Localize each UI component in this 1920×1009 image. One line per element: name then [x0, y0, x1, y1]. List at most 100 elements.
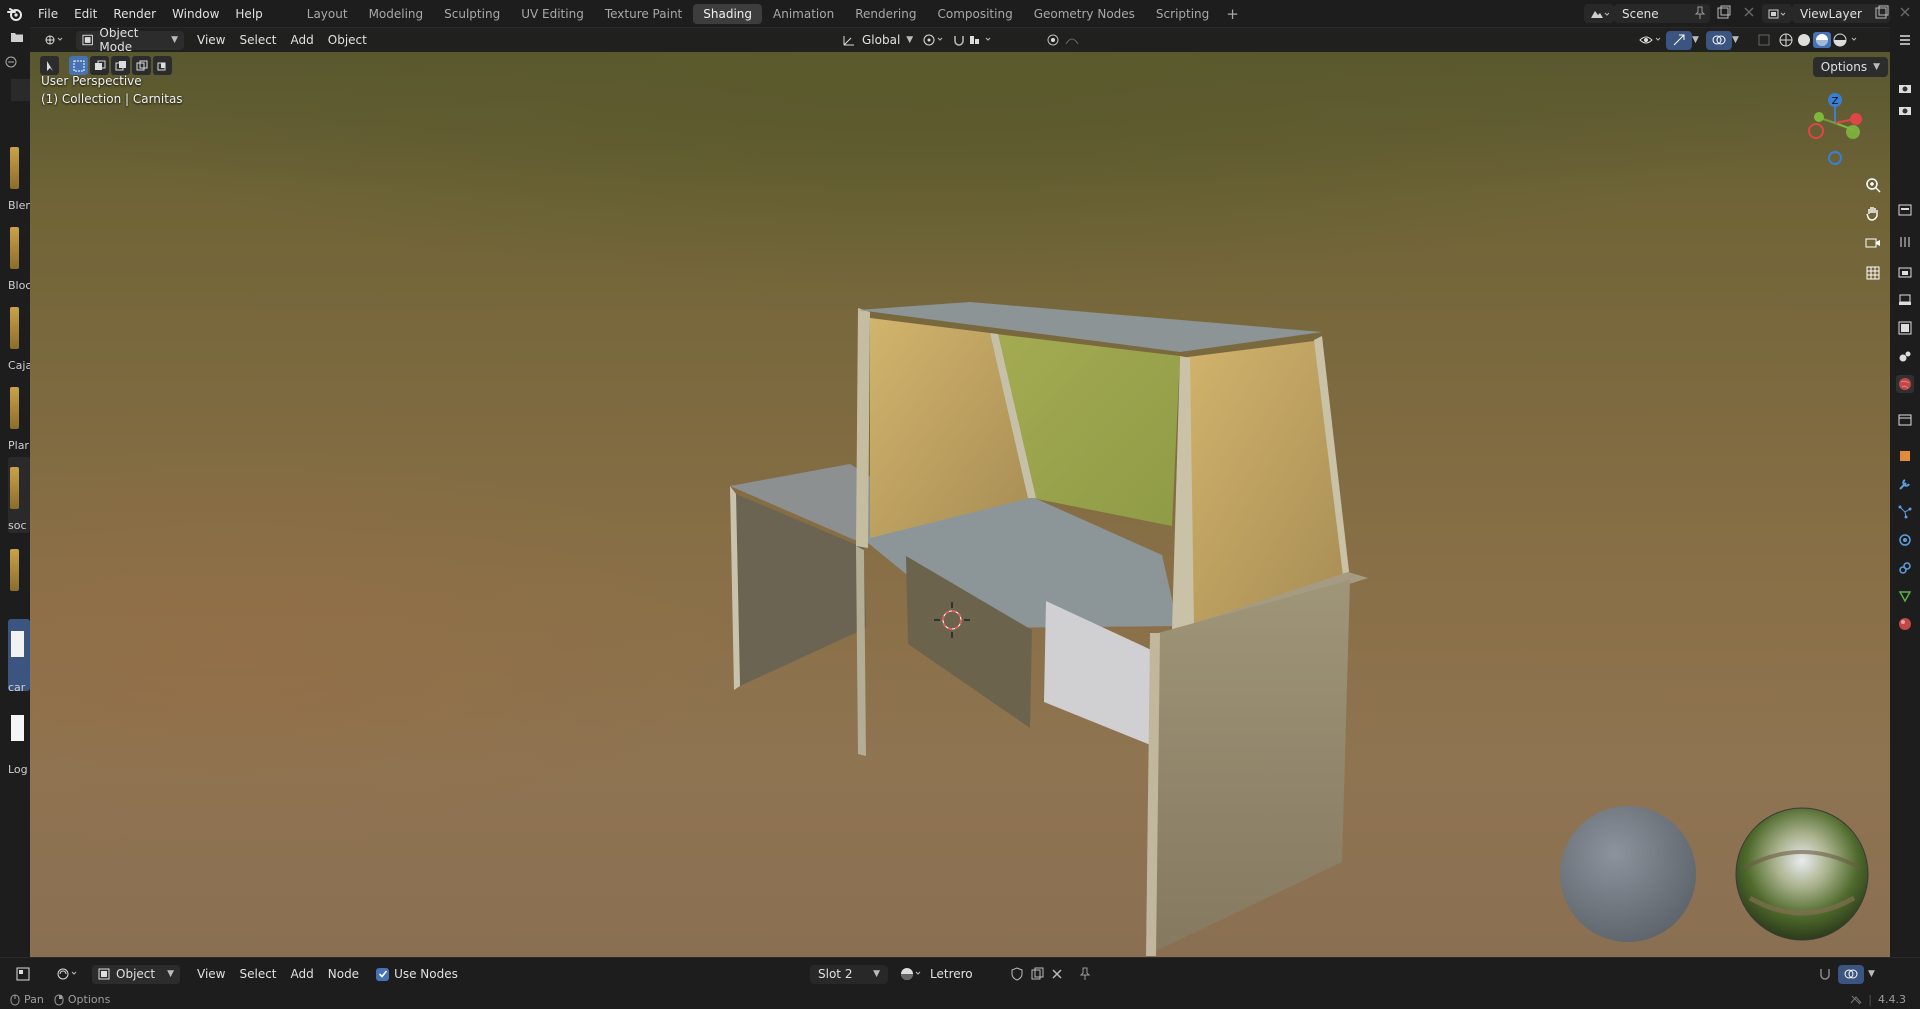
tab-geometry-nodes[interactable]: Geometry Nodes: [1024, 4, 1145, 24]
node-overlays-dropdown[interactable]: ▼: [1862, 965, 1881, 984]
workspace-tabs: Layout Modeling Sculpting UV Editing Tex…: [297, 3, 1245, 24]
top-bar: File Edit Render Window Help Layout Mode…: [0, 0, 1920, 27]
counter-object[interactable]: [730, 302, 1368, 956]
output-properties-icon[interactable]: [1896, 291, 1914, 309]
mouse-icon: [54, 994, 64, 1005]
slot-label: Slot 2: [818, 967, 853, 981]
node-menu-add[interactable]: Add: [284, 967, 321, 981]
sidebar-toggle-icon[interactable]: [4, 55, 18, 72]
use-nodes-checkbox[interactable]: Use Nodes: [370, 965, 464, 984]
tab-layout[interactable]: Layout: [297, 4, 358, 24]
tab-rendering[interactable]: Rendering: [845, 4, 926, 24]
tool-settings-icon[interactable]: [1896, 233, 1914, 251]
version-label: 4.4.3: [1878, 993, 1906, 1006]
object-properties-icon[interactable]: [1896, 447, 1914, 465]
properties-tabs: [1890, 27, 1920, 957]
mouse-icon: [10, 994, 20, 1005]
constraints-properties-icon[interactable]: [1896, 559, 1914, 577]
particles-properties-icon[interactable]: [1896, 503, 1914, 521]
camera-render-icon[interactable]: [1896, 79, 1914, 97]
mouse-pan-hint: Pan: [10, 993, 44, 1006]
asset-label: Blen: [8, 199, 30, 212]
network-off-icon: [1850, 995, 1862, 1004]
render-properties-icon[interactable]: [1896, 263, 1914, 281]
material-name-field[interactable]: Letrero: [922, 964, 1008, 984]
physics-properties-icon[interactable]: [1896, 531, 1914, 549]
view-layer-properties-icon[interactable]: [1896, 319, 1914, 337]
node-menu-node[interactable]: Node: [321, 967, 366, 981]
main-menu: File Edit Render Window Help: [30, 4, 271, 24]
viewlayer-name: ViewLayer: [1800, 6, 1862, 21]
tab-compositing[interactable]: Compositing: [927, 4, 1022, 24]
editor-type-icon[interactable]: [10, 965, 36, 984]
asset-thumbnail[interactable]: [10, 147, 19, 189]
tab-sculpting[interactable]: Sculpting: [434, 4, 510, 24]
menu-help[interactable]: Help: [227, 4, 270, 24]
scene-browse-icon[interactable]: [1584, 4, 1614, 23]
world-properties-icon[interactable]: [1896, 375, 1914, 393]
menu-file[interactable]: File: [30, 4, 66, 24]
tab-animation[interactable]: Animation: [763, 4, 844, 24]
image-thumbnail[interactable]: [11, 715, 24, 741]
pan-label: Pan: [24, 993, 44, 1006]
new-scene-icon[interactable]: [1716, 5, 1732, 24]
chevron-down-icon: ▼: [873, 969, 880, 979]
3d-viewport[interactable]: Object Mode ▼ View Select Add Object Glo…: [30, 27, 1890, 957]
collection-properties-icon[interactable]: [1896, 411, 1914, 429]
panel-handle[interactable]: [11, 79, 30, 101]
version-info: | 4.4.3: [1850, 993, 1906, 1006]
viewlayer-browse-icon[interactable]: [1762, 4, 1792, 23]
tab-uv-editing[interactable]: UV Editing: [511, 4, 594, 24]
asset-thumbnail[interactable]: [10, 549, 19, 591]
asset-thumbnail[interactable]: [10, 467, 19, 509]
menu-render[interactable]: Render: [105, 4, 164, 24]
unlink-material-icon[interactable]: [1044, 965, 1070, 984]
outliner-toggle-icon[interactable]: [1896, 31, 1914, 49]
asset-thumbnail[interactable]: [10, 227, 19, 269]
asset-thumbnail[interactable]: [10, 387, 19, 429]
status-bar: Pan Options | 4.4.3: [0, 990, 1920, 1009]
slot-dropdown[interactable]: Slot 2 ▼: [810, 964, 888, 984]
asset-label: Caja: [8, 359, 30, 372]
shader-type-dropdown[interactable]: [50, 965, 88, 984]
pin-icon[interactable]: [1694, 6, 1706, 23]
use-nodes-label: Use Nodes: [394, 967, 458, 981]
material-preview-sphere: [1560, 806, 1696, 942]
modifier-properties-icon[interactable]: [1896, 475, 1914, 493]
node-tree-type-dropdown[interactable]: Object ▼: [92, 964, 180, 984]
node-menu-view[interactable]: View: [190, 967, 232, 981]
menu-edit[interactable]: Edit: [66, 4, 105, 24]
hdri-preview-sphere: [1735, 807, 1869, 941]
tool-properties-icon[interactable]: [1896, 201, 1914, 219]
asset-browser-strip: Blen Bloc Caja Plar soc car Log: [0, 27, 30, 957]
tab-shading[interactable]: Shading: [693, 3, 762, 24]
folder-icon[interactable]: [10, 31, 24, 46]
asset-label: car: [8, 681, 26, 694]
asset-label: Log: [8, 763, 28, 776]
tab-scripting[interactable]: Scripting: [1146, 4, 1219, 24]
options-hint-label: Options: [67, 993, 111, 1006]
tab-modeling[interactable]: Modeling: [359, 4, 434, 24]
new-viewlayer-icon[interactable]: [1874, 5, 1890, 24]
asset-thumbnail[interactable]: [10, 307, 19, 349]
node-tree-type-label: Object: [116, 967, 156, 981]
snap-toggle-icon[interactable]: [1812, 965, 1838, 984]
image-thumbnail[interactable]: [11, 631, 24, 657]
node-overlays-icon[interactable]: [1838, 964, 1864, 984]
delete-scene-icon[interactable]: [1742, 5, 1756, 22]
node-menu-select[interactable]: Select: [232, 967, 283, 981]
scene-properties-icon[interactable]: [1896, 347, 1914, 365]
delete-viewlayer-icon[interactable]: [1898, 5, 1912, 22]
asset-label: Plar: [8, 439, 29, 452]
material-properties-icon[interactable]: [1896, 615, 1914, 633]
add-workspace-button[interactable]: +: [1220, 5, 1245, 23]
data-properties-icon[interactable]: [1896, 587, 1914, 605]
pin-icon[interactable]: [1072, 965, 1098, 984]
tab-texture-paint[interactable]: Texture Paint: [595, 4, 692, 24]
menu-window[interactable]: Window: [164, 4, 227, 24]
asset-label: Bloc: [8, 279, 30, 292]
asset-label: soc: [8, 519, 27, 532]
camera-view-icon[interactable]: [1896, 101, 1914, 119]
blender-logo-icon[interactable]: [0, 0, 30, 27]
chevron-down-icon: ▼: [167, 969, 174, 979]
